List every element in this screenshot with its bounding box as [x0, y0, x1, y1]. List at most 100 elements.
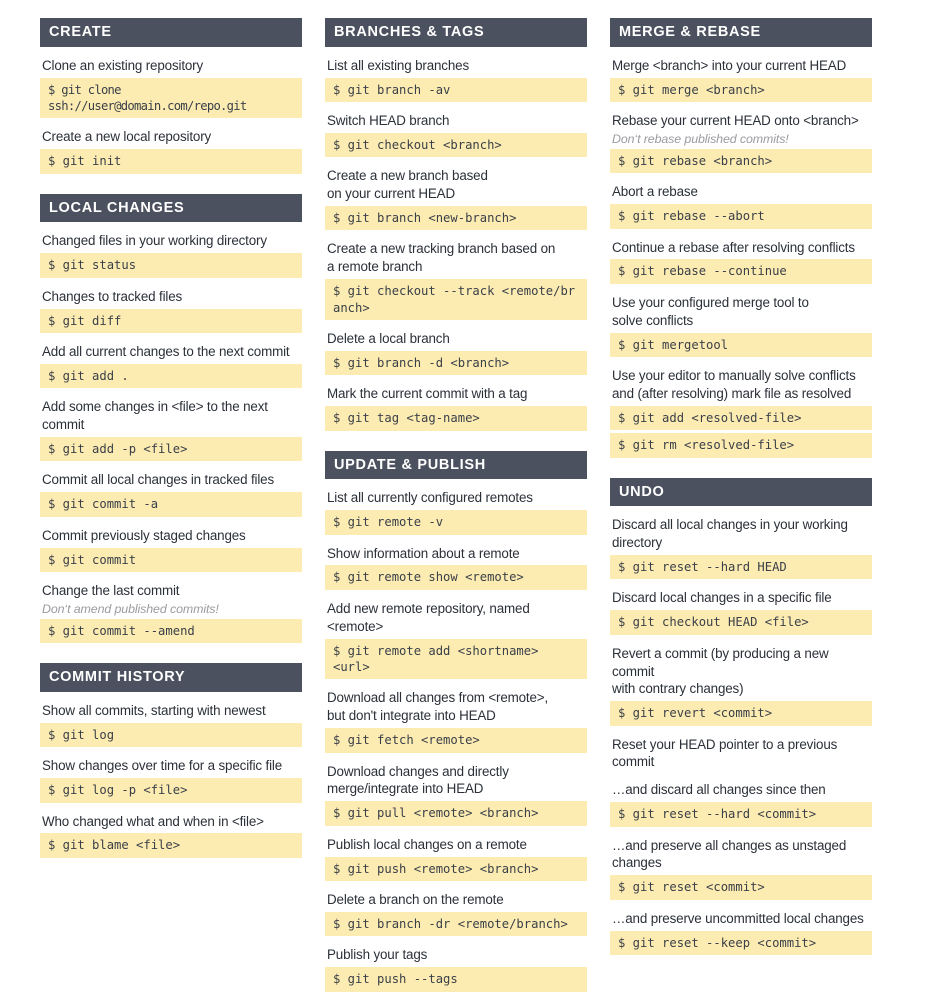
command-code: $ git fetch <remote>	[325, 728, 587, 753]
command-description: Publish local changes on a remote	[327, 836, 527, 852]
command-code: $ git reset --hard HEAD	[610, 554, 872, 580]
command-entry: Mark the current commit with a tag $ git …	[325, 385, 587, 431]
command-description: Rebase your current HEAD onto <branch>	[612, 112, 859, 128]
section-merge-rebase: MERGE & REBASE Merge <branch> into your c…	[610, 18, 872, 458]
command-description: Change the last commit	[42, 583, 180, 599]
command-code: $ git blame <file>	[40, 833, 302, 858]
command-code: $ git diff	[40, 308, 302, 333]
section-create: CREATE Clone an existing repository $ git …	[40, 18, 302, 174]
command-description: Create a new local repository	[42, 129, 212, 145]
command-description: List all existing branches	[327, 57, 469, 73]
command-entry: Commit previously staged changes $ git co…	[40, 527, 302, 573]
command-description: Create a new branch based on your curren…	[327, 168, 488, 202]
command-description: List all currently configured remotes	[327, 490, 533, 506]
command-description: Merge <branch> into your current HEAD	[612, 57, 847, 73]
column-left: CREATE Clone an existing repository $ git …	[40, 18, 302, 992]
command-code: $ git reset --keep <commit>	[610, 930, 872, 955]
command-description: Who changed what and when in <file>	[42, 813, 264, 829]
section-header: BRANCHES & TAGS	[325, 18, 587, 47]
command-description: Discard local changes in a specific file	[612, 590, 832, 606]
command-code: $ git add .	[40, 363, 302, 389]
command-code: $ git branch <new-branch>	[325, 205, 587, 231]
command-code: $ git push --tags	[325, 967, 587, 992]
command-entry: Change the last commit Don‘t amend publis…	[40, 582, 302, 644]
command-description: Add all current changes to the next comm…	[42, 344, 290, 359]
command-code: $ git branch -av	[325, 77, 587, 102]
command-description: Switch HEAD branch	[327, 112, 450, 128]
command-code: $ git rebase --continue	[610, 259, 872, 284]
section-header: UNDO	[610, 477, 872, 507]
command-code: $ git tag <tag-name>	[325, 406, 587, 431]
command-description: Clone an existing repository	[42, 57, 204, 73]
command-entry: Download changes and directly merge/inte…	[325, 763, 587, 826]
command-entry: Discard all local changes in your workin…	[610, 516, 872, 580]
command-description: Commit previously staged changes	[42, 527, 246, 543]
command-description: Download changes and directly merge/inte…	[327, 763, 509, 797]
command-entry: Show information about a remote $ git rem…	[325, 545, 587, 590]
command-description: Revert a commit (by producing a new comm…	[612, 645, 829, 697]
section-branches-tags: BRANCHES & TAGS List all existing branche…	[325, 18, 587, 431]
command-code: $ git reset <commit>	[610, 875, 872, 900]
command-entry: Use your editor to manually solve confli…	[610, 367, 872, 458]
command-entry: List all currently configured remotes $ g…	[325, 489, 587, 535]
command-code: $ git add -p <file>	[40, 436, 302, 462]
command-description: Add some changes in <file> to the next c…	[42, 399, 268, 433]
command-entry: Add some changes in <file> to the next c…	[40, 398, 302, 462]
command-code: $ git checkout HEAD <file>	[610, 610, 872, 635]
command-code: $ git commit	[40, 547, 302, 573]
command-code: $ git merge <branch>	[610, 77, 872, 102]
command-entry: Changed files in your working directory $…	[40, 232, 302, 278]
command-code: $ git log	[40, 722, 302, 748]
command-entry: Discard local changes in a specific file…	[610, 589, 872, 635]
command-entry: Revert a commit (by producing a new comm…	[610, 645, 872, 726]
command-description: Show information about a remote	[327, 545, 520, 561]
command-code: $ git reset --hard <commit>	[610, 802, 872, 827]
command-description: …and preserve all changes as unstaged ch…	[612, 837, 847, 871]
command-code: $ git rm <resolved-file>	[610, 433, 872, 458]
command-description: Delete a branch on the remote	[327, 891, 504, 907]
command-description: …and discard all changes since then	[612, 782, 826, 798]
command-entry: Use your configured merge tool to solve …	[610, 294, 872, 357]
command-entry: Delete a branch on the remote $ git branc…	[325, 891, 587, 937]
command-code: $ git checkout <branch>	[325, 132, 587, 158]
section-local-changes: LOCAL CHANGES Changed files in your worki…	[40, 193, 302, 644]
command-description: Reset your HEAD pointer to a previous co…	[612, 736, 838, 770]
command-entry: Publish your tags $ git push --tags	[325, 946, 587, 992]
command-entry: Who changed what and when in <file> $ git…	[40, 813, 302, 858]
command-entry: Create a new local repository $ git init	[40, 128, 302, 174]
command-entry: Create a new branch based on your curren…	[325, 167, 587, 231]
command-description: Mark the current commit with a tag	[327, 386, 528, 402]
command-entry: Continue a rebase after resolving confli…	[610, 239, 872, 284]
command-description: Publish your tags	[327, 947, 428, 963]
command-code: $ git mergetool	[610, 332, 872, 357]
command-code: $ git push <remote> <branch>	[325, 856, 587, 881]
command-code: $ git remote add <shortname> <url>	[325, 638, 587, 680]
section-undo: UNDO Discard all local changes in your wo…	[610, 477, 872, 955]
command-code: $ git log -p <file>	[40, 778, 302, 803]
command-entry: Create a new tracking branch based on a …	[325, 240, 587, 320]
command-entry: …and preserve all changes as unstaged ch…	[610, 837, 872, 900]
command-code: $ git status	[40, 253, 302, 278]
command-description: Discard all local changes in your workin…	[612, 517, 848, 551]
command-entry: …and preserve uncommitted local changes $…	[610, 910, 872, 955]
command-entry: Add all current changes to the next comm…	[40, 343, 302, 389]
command-entry: Clone an existing repository $ git clone …	[40, 57, 302, 119]
command-code: $ git branch -dr <remote/branch>	[325, 911, 587, 937]
command-description: Create a new tracking branch based on a …	[327, 241, 556, 275]
command-entry: Merge <branch> into your current HEAD $ g…	[610, 57, 872, 102]
command-entry: Switch HEAD branch $ git checkout <branch…	[325, 112, 587, 158]
command-code: $ git branch -d <branch>	[325, 350, 587, 376]
command-description: Abort a rebase	[612, 184, 698, 200]
command-entry: Add new remote repository, named <remote…	[325, 600, 587, 680]
command-description: Commit all local changes in tracked file…	[42, 472, 275, 488]
command-code: $ git pull <remote> <branch>	[325, 801, 587, 826]
command-entry: Show changes over time for a specific fi…	[40, 757, 302, 803]
command-description: Show all commits, starting with newest	[42, 702, 266, 718]
command-description: Changes to tracked files	[42, 288, 183, 304]
command-entry: Commit all local changes in tracked file…	[40, 471, 302, 517]
command-code: $ git clone ssh://user@domain.com/repo.g…	[40, 77, 302, 119]
column-right: MERGE & REBASE Merge <branch> into your c…	[610, 18, 872, 992]
warning-note: Don‘t amend published commits!	[42, 601, 219, 616]
command-entry: Abort a rebase $ git rebase --abort	[610, 183, 872, 229]
command-entry: Download all changes from <remote>, but …	[325, 689, 587, 753]
